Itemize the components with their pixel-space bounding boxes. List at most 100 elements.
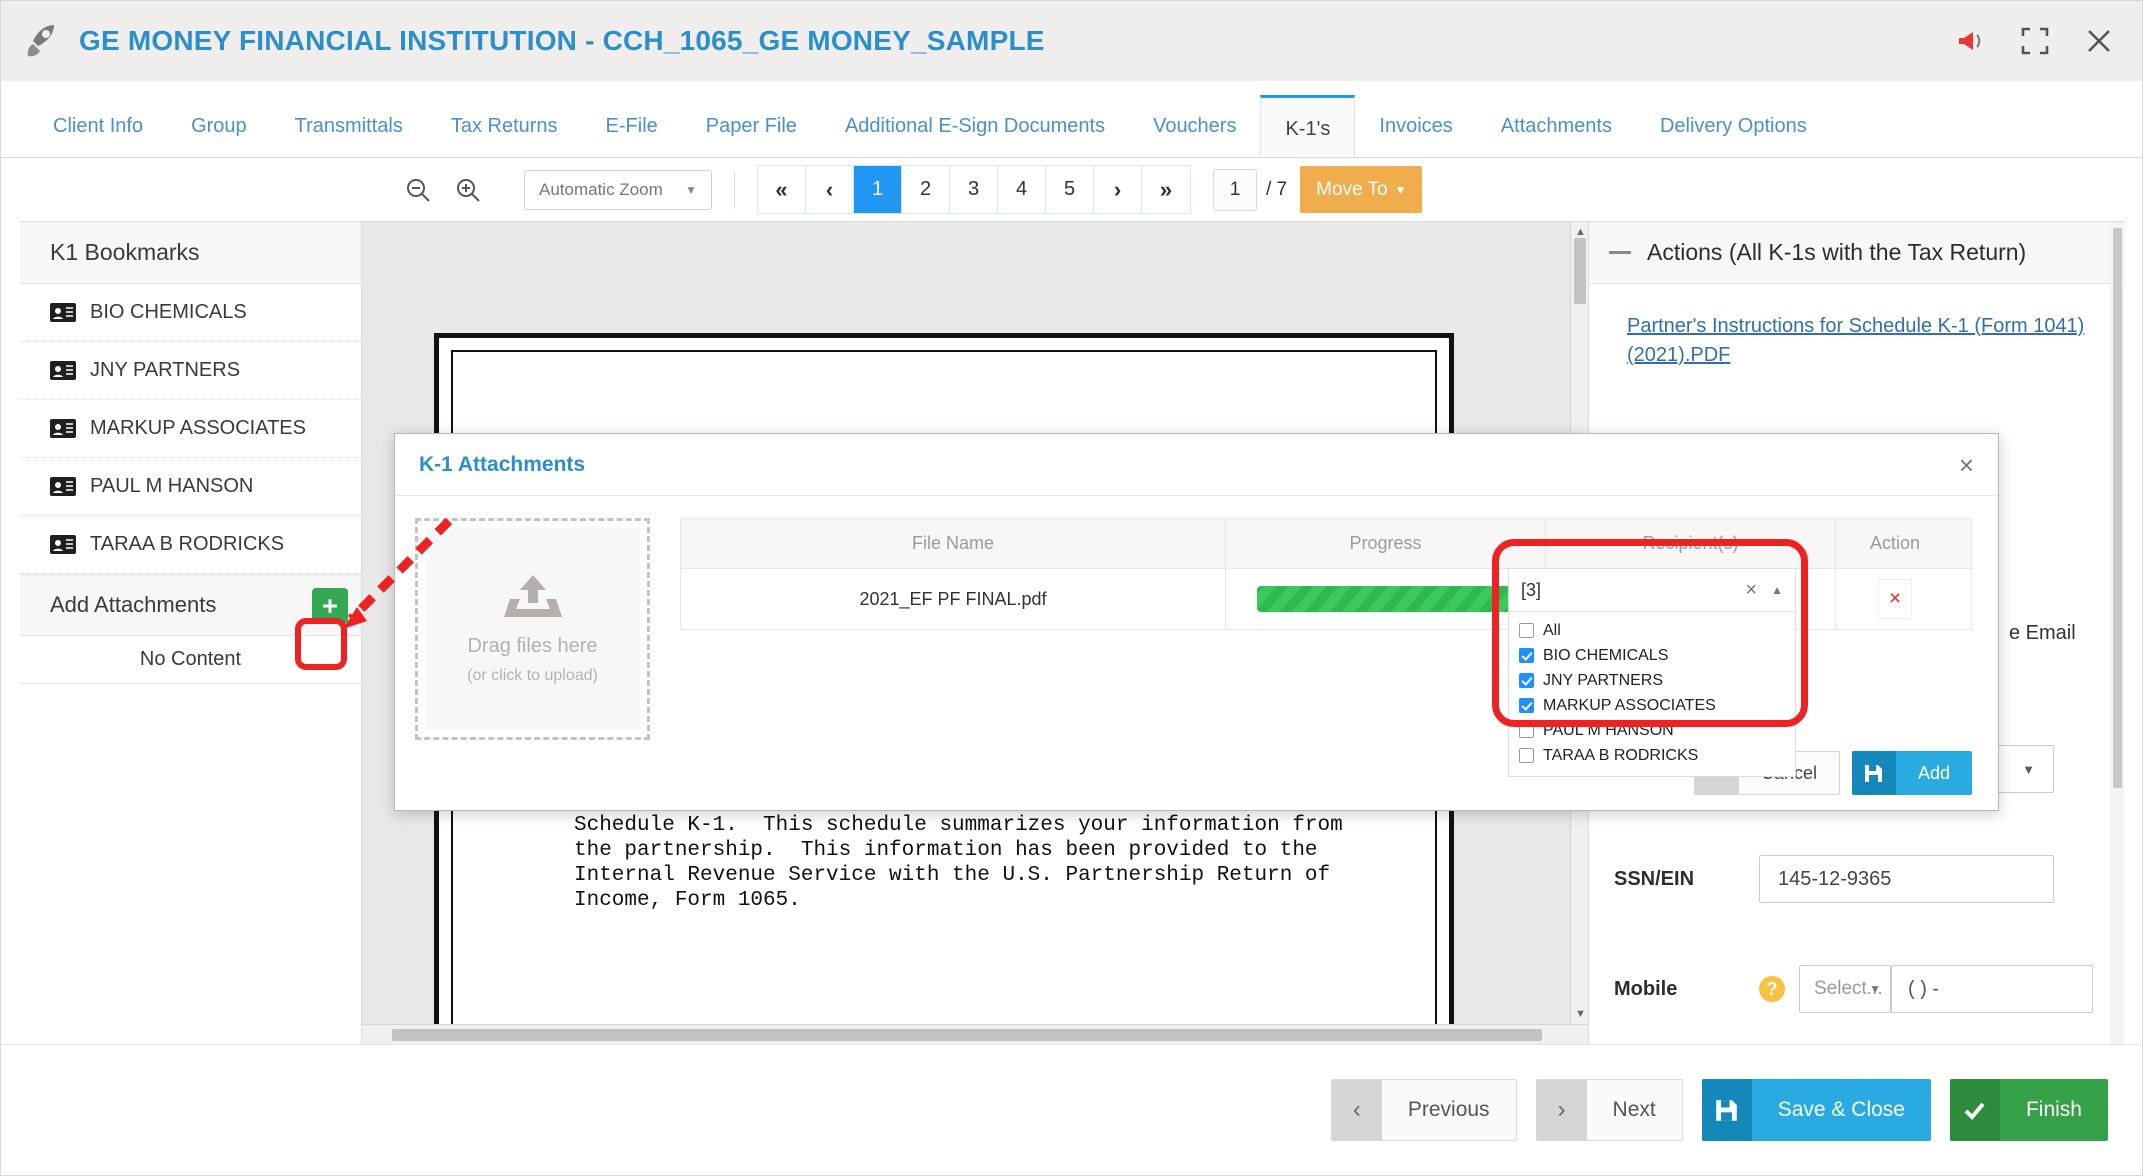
add-attachments-row: Add Attachments + xyxy=(20,574,361,636)
last-page-button[interactable]: » xyxy=(1142,166,1190,213)
chevron-up-icon[interactable]: ▲ xyxy=(1771,583,1783,597)
close-icon[interactable]: × xyxy=(1959,452,1974,478)
mobile-label: Mobile xyxy=(1589,978,1759,1001)
tab-paper-file[interactable]: Paper File xyxy=(682,95,821,157)
recipient-option-all[interactable]: All xyxy=(1509,618,1795,643)
cell-file-name: 2021_EF PF FINAL.pdf xyxy=(681,569,1226,629)
sidebar-item-label: PAUL M HANSON xyxy=(90,475,253,498)
recipient-option-markup-associates[interactable]: MARKUP ASSOCIATES xyxy=(1509,693,1795,718)
progress-bar xyxy=(1257,586,1515,612)
sidebar-item-jny-partners[interactable]: JNY PARTNERS xyxy=(20,342,361,400)
checkbox-unchecked-icon[interactable] xyxy=(1519,723,1534,738)
zoom-in-icon[interactable] xyxy=(450,172,486,208)
next-page-button[interactable]: › xyxy=(1094,166,1142,213)
tab-transmittals[interactable]: Transmittals xyxy=(271,95,427,157)
recipient-option-label: TARAA B RODRICKS xyxy=(1543,747,1698,765)
tab-tax-returns[interactable]: Tax Returns xyxy=(427,95,582,157)
next-button[interactable]: › Next xyxy=(1536,1079,1683,1141)
right-panel-scrollbar[interactable] xyxy=(2110,222,2124,1044)
sidebar-item-label: TARAA B RODRICKS xyxy=(90,533,284,556)
checkbox-checked-icon[interactable] xyxy=(1519,648,1534,663)
recipient-option-bio-chemicals[interactable]: BIO CHEMICALS xyxy=(1509,643,1795,668)
annotation-arrow xyxy=(331,511,461,641)
tab-k-1s[interactable]: K-1's xyxy=(1260,95,1355,157)
sidebar-item-taraa-b-rodricks[interactable]: TARAA B RODRICKS xyxy=(20,516,361,574)
tab-e-file[interactable]: E-File xyxy=(582,95,682,157)
no-content-label: No Content xyxy=(20,636,361,684)
tab-delivery-options[interactable]: Delivery Options xyxy=(1636,95,1831,157)
delete-attachment-button[interactable]: × xyxy=(1878,579,1912,619)
chevron-down-icon: ▼ xyxy=(1395,183,1407,197)
country-code-select[interactable]: Select... ▼ xyxy=(1799,965,1891,1013)
page-button-3[interactable]: 3 xyxy=(950,166,998,213)
recipient-option-paul-m-hanson[interactable]: PAUL M HANSON xyxy=(1509,718,1795,743)
tab-client-info[interactable]: Client Info xyxy=(29,95,167,157)
scroll-thumb[interactable] xyxy=(2113,228,2122,788)
chevron-left-icon: ‹ xyxy=(1332,1080,1382,1140)
recipients-value: [3] xyxy=(1521,580,1745,601)
previous-page-button[interactable]: ‹ xyxy=(806,166,854,213)
tab-group[interactable]: Group xyxy=(167,95,271,157)
tab-invoices[interactable]: Invoices xyxy=(1355,95,1476,157)
upload-icon xyxy=(502,573,564,619)
ssn-ein-label: SSN/EIN xyxy=(1589,868,1759,891)
contact-card-icon xyxy=(50,477,76,496)
finish-label: Finish xyxy=(2000,1079,2108,1141)
column-header-file-name: File Name xyxy=(681,519,1226,568)
add-button[interactable]: Add xyxy=(1852,751,1972,795)
move-to-button[interactable]: Move To ▼ xyxy=(1300,166,1422,213)
scroll-thumb[interactable] xyxy=(392,1029,1542,1041)
sidebar-item-markup-associates[interactable]: MARKUP ASSOCIATES xyxy=(20,400,361,458)
recipient-option-taraa-b-rodricks[interactable]: TARAA B RODRICKS xyxy=(1509,743,1795,768)
toolbar-divider xyxy=(734,171,735,209)
zoom-level-select[interactable]: Automatic Zoom ▼ xyxy=(524,170,712,210)
add-attachments-label: Add Attachments xyxy=(50,592,216,618)
recipient-option-jny-partners[interactable]: JNY PARTNERS xyxy=(1509,668,1795,693)
ssn-ein-input[interactable]: 145-12-9365 xyxy=(1759,855,2054,903)
megaphone-icon[interactable] xyxy=(1956,26,1986,56)
sidebar-item-bio-chemicals[interactable]: BIO CHEMICALS xyxy=(20,284,361,342)
minus-icon[interactable] xyxy=(1609,251,1631,254)
titlebar-actions xyxy=(1956,26,2114,56)
scroll-down-icon[interactable]: ▼ xyxy=(1575,1008,1586,1020)
sidebar-item-label: JNY PARTNERS xyxy=(90,359,240,382)
recipient-option-label: MARKUP ASSOCIATES xyxy=(1543,697,1716,715)
chevron-right-icon: › xyxy=(1537,1080,1587,1140)
page-number-input[interactable]: 1 xyxy=(1213,169,1257,211)
save-and-close-button[interactable]: Save & Close xyxy=(1702,1079,1931,1141)
checkbox-unchecked-icon[interactable] xyxy=(1519,748,1534,763)
tab-vouchers[interactable]: Vouchers xyxy=(1129,95,1260,157)
clear-x-icon[interactable]: × xyxy=(1745,579,1757,602)
page-button-4[interactable]: 4 xyxy=(998,166,1046,213)
checkbox-unchecked-icon[interactable] xyxy=(1519,623,1534,638)
k1-attachments-modal: K-1 Attachments × Drag files here (or cl… xyxy=(394,433,1999,811)
tab-additional-e-sign-documents[interactable]: Additional E-Sign Documents xyxy=(821,95,1129,157)
column-header-recipients: Recipient(s) xyxy=(1546,519,1836,568)
mobile-phone-input[interactable]: ( ) - xyxy=(1891,965,2093,1013)
expand-icon[interactable] xyxy=(2020,26,2050,56)
question-icon[interactable]: ? xyxy=(1759,976,1785,1002)
zoom-level-value: Automatic Zoom xyxy=(539,180,663,200)
save-and-close-label: Save & Close xyxy=(1752,1079,1931,1141)
tab-attachments[interactable]: Attachments xyxy=(1477,95,1636,157)
first-page-button[interactable]: « xyxy=(758,166,806,213)
modal-title: K-1 Attachments xyxy=(419,453,585,477)
checkbox-checked-icon[interactable] xyxy=(1519,673,1534,688)
close-icon[interactable] xyxy=(2084,26,2114,56)
scroll-thumb[interactable] xyxy=(1574,238,1586,304)
page-button-5[interactable]: 5 xyxy=(1046,166,1094,213)
previous-button[interactable]: ‹ Previous xyxy=(1331,1079,1517,1141)
partner-instructions-link[interactable]: Partner's Instructions for Schedule K-1 … xyxy=(1627,312,2095,370)
checkbox-checked-icon[interactable] xyxy=(1519,698,1534,713)
finish-button[interactable]: Finish xyxy=(1950,1079,2108,1141)
table-header-row: File Name Progress Recipient(s) Action xyxy=(680,518,1972,568)
scroll-up-icon[interactable]: ▲ xyxy=(1575,226,1586,238)
page-total-label: / 7 xyxy=(1266,179,1287,201)
page-button-2[interactable]: 2 xyxy=(902,166,950,213)
zoom-out-icon[interactable] xyxy=(400,172,436,208)
pdf-horizontal-scrollbar[interactable] xyxy=(362,1024,1588,1044)
recipients-input[interactable]: [3] × ▲ xyxy=(1508,568,1796,612)
page-button-1[interactable]: 1 xyxy=(854,166,902,213)
contact-card-icon xyxy=(50,419,76,438)
sidebar-item-paul-m-hanson[interactable]: PAUL M HANSON xyxy=(20,458,361,516)
